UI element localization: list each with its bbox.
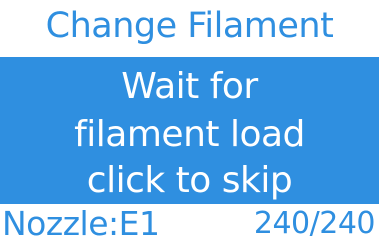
printer-lcd-screen: Change Filament Wait for filament load c… [0,0,379,244]
message-line-filament-load: filament load [74,114,305,155]
nozzle-temperature: 240/240 [253,206,376,241]
skip-wait-panel[interactable]: Wait for filament load click to skip [0,57,379,204]
screen-title: Change Filament [45,6,334,46]
status-bar: Nozzle:E1 240/240 [0,204,379,244]
message-line-wait: Wait for [121,66,258,107]
nozzle-label: Nozzle:E1 [2,204,160,243]
message-line-click-to-skip: click to skip [86,160,293,201]
